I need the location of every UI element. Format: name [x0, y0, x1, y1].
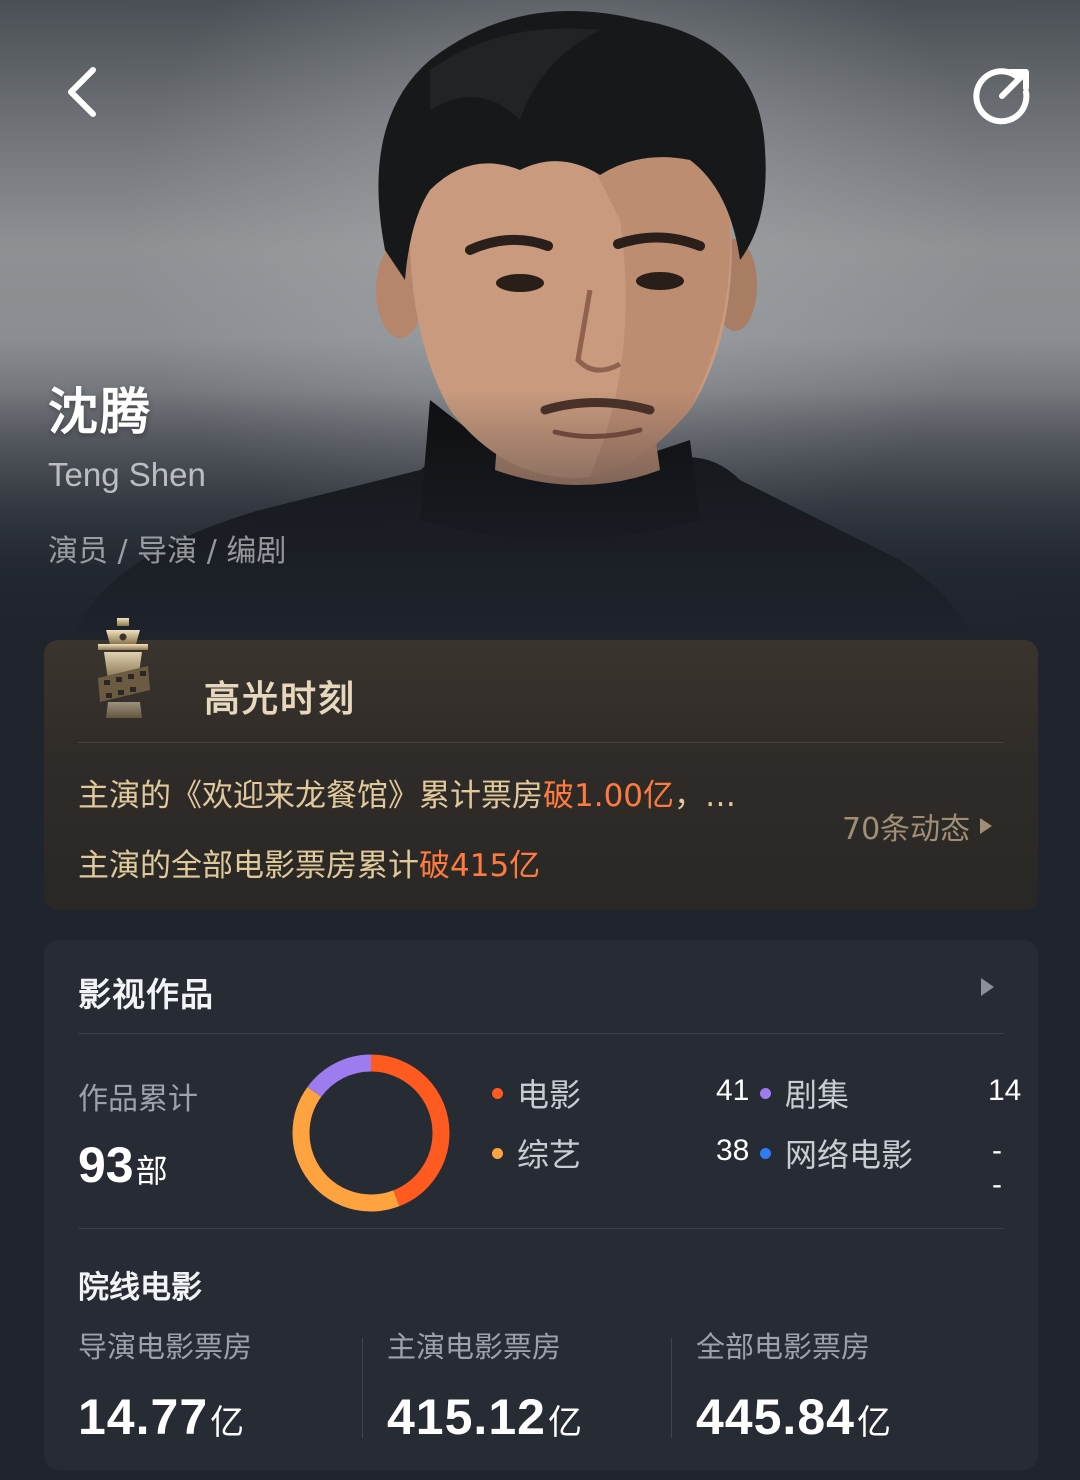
legend-label: 剧集: [785, 1076, 850, 1114]
stat-label: 导演电影票房: [78, 1330, 253, 1364]
stat-value: 445.84 亿: [696, 1388, 891, 1446]
play-triangle-icon: [980, 818, 993, 834]
highlight-item[interactable]: 主演的全部电影票房累计破415亿: [78, 840, 540, 885]
legend-label: 综艺: [517, 1136, 582, 1174]
stat-label: 主演电影票房: [387, 1330, 562, 1364]
divider: [78, 1033, 1004, 1034]
stat-unit: 亿: [547, 1403, 582, 1443]
stat-value: 14.77 亿: [78, 1388, 252, 1446]
works-legend: 电影 41 剧集 14 综艺 38 网络电影 --: [492, 1070, 1021, 1210]
stat-lead-box-office[interactable]: 主演电影票房 415.12 亿: [387, 1324, 582, 1446]
legend-item-variety[interactable]: 综艺: [492, 1130, 581, 1176]
works-donut-chart: [292, 1054, 450, 1212]
stat-director-box-office[interactable]: 导演电影票房 14.77 亿: [78, 1324, 252, 1446]
works-card: 影视作品 作品累计 93 部 电影 41 剧集 14 综艺 38 网络电影 --…: [44, 940, 1038, 1470]
highlight-title: 高光时刻: [204, 679, 357, 720]
works-total: 93 部: [78, 1136, 168, 1194]
stat-separator: [671, 1338, 672, 1438]
theater-movies-title: 院线电影: [78, 1270, 202, 1306]
actor-roles: 演员 / 导演 / 编剧: [48, 534, 287, 569]
hero-fade: [0, 390, 1080, 650]
stat-number: 445.84: [696, 1389, 855, 1445]
highlight-hot-text: 破415亿: [419, 848, 541, 884]
legend-value: 38: [716, 1134, 750, 1167]
lighthouse-film-icon: [98, 618, 150, 718]
legend-value: --: [992, 1134, 1002, 1201]
stat-separator: [362, 1338, 363, 1438]
actor-name-en: Teng Shen: [48, 456, 206, 493]
share-button[interactable]: [970, 64, 1034, 128]
highlight-ellipsis: ，…: [674, 778, 737, 814]
legend-dot: [760, 1147, 771, 1159]
more-updates-label: 70条动态: [842, 812, 971, 847]
hero-banner: 沈腾 Teng Shen 演员 / 导演 / 编剧: [0, 0, 1080, 650]
stat-label: 全部电影票房: [696, 1330, 871, 1364]
stat-value: 415.12 亿: [387, 1388, 582, 1446]
works-arrow-icon[interactable]: [981, 978, 994, 996]
works-total-value: 93: [78, 1137, 134, 1193]
legend-dot: [492, 1087, 503, 1099]
legend-item-series[interactable]: 剧集: [760, 1070, 849, 1116]
legend-value: 14: [988, 1074, 1022, 1107]
stat-number: 415.12: [387, 1389, 546, 1445]
legend-dot: [760, 1087, 771, 1099]
divider: [78, 1228, 1004, 1229]
share-icon: [973, 68, 1030, 125]
stat-number: 14.77: [78, 1389, 209, 1445]
works-total-label: 作品累计: [78, 1082, 198, 1117]
legend-label: 网络电影: [785, 1136, 914, 1174]
stat-total-box-office[interactable]: 全部电影票房 445.84 亿: [696, 1324, 891, 1446]
chevron-left-icon: [68, 67, 96, 117]
actor-name-cn: 沈腾: [48, 383, 152, 441]
works-total-unit: 部: [135, 1152, 168, 1190]
legend-value: 41: [716, 1074, 750, 1107]
highlight-card[interactable]: 高光时刻 主演的《欢迎来龙餐馆》累计票房破1.00亿，… 主演的全部电影票房累计…: [44, 618, 1038, 910]
works-title[interactable]: 影视作品: [78, 968, 214, 1016]
highlight-hot-text: 破1.00亿: [543, 778, 675, 814]
stat-unit: 亿: [856, 1403, 891, 1443]
legend-item-web-movie[interactable]: 网络电影: [760, 1130, 913, 1176]
legend-dot: [492, 1147, 503, 1159]
stat-unit: 亿: [210, 1403, 245, 1443]
legend-item-movie[interactable]: 电影: [492, 1070, 581, 1116]
legend-label: 电影: [517, 1076, 582, 1114]
highlight-text: 主演的全部电影票房累计: [78, 848, 419, 884]
back-button[interactable]: [58, 62, 106, 122]
highlight-item[interactable]: 主演的《欢迎来龙餐馆》累计票房破1.00亿，…: [78, 770, 736, 815]
divider: [78, 742, 1004, 743]
more-updates-link[interactable]: 70条动态: [842, 804, 993, 848]
highlight-text: 主演的《欢迎来龙餐馆》累计票房: [78, 778, 543, 814]
